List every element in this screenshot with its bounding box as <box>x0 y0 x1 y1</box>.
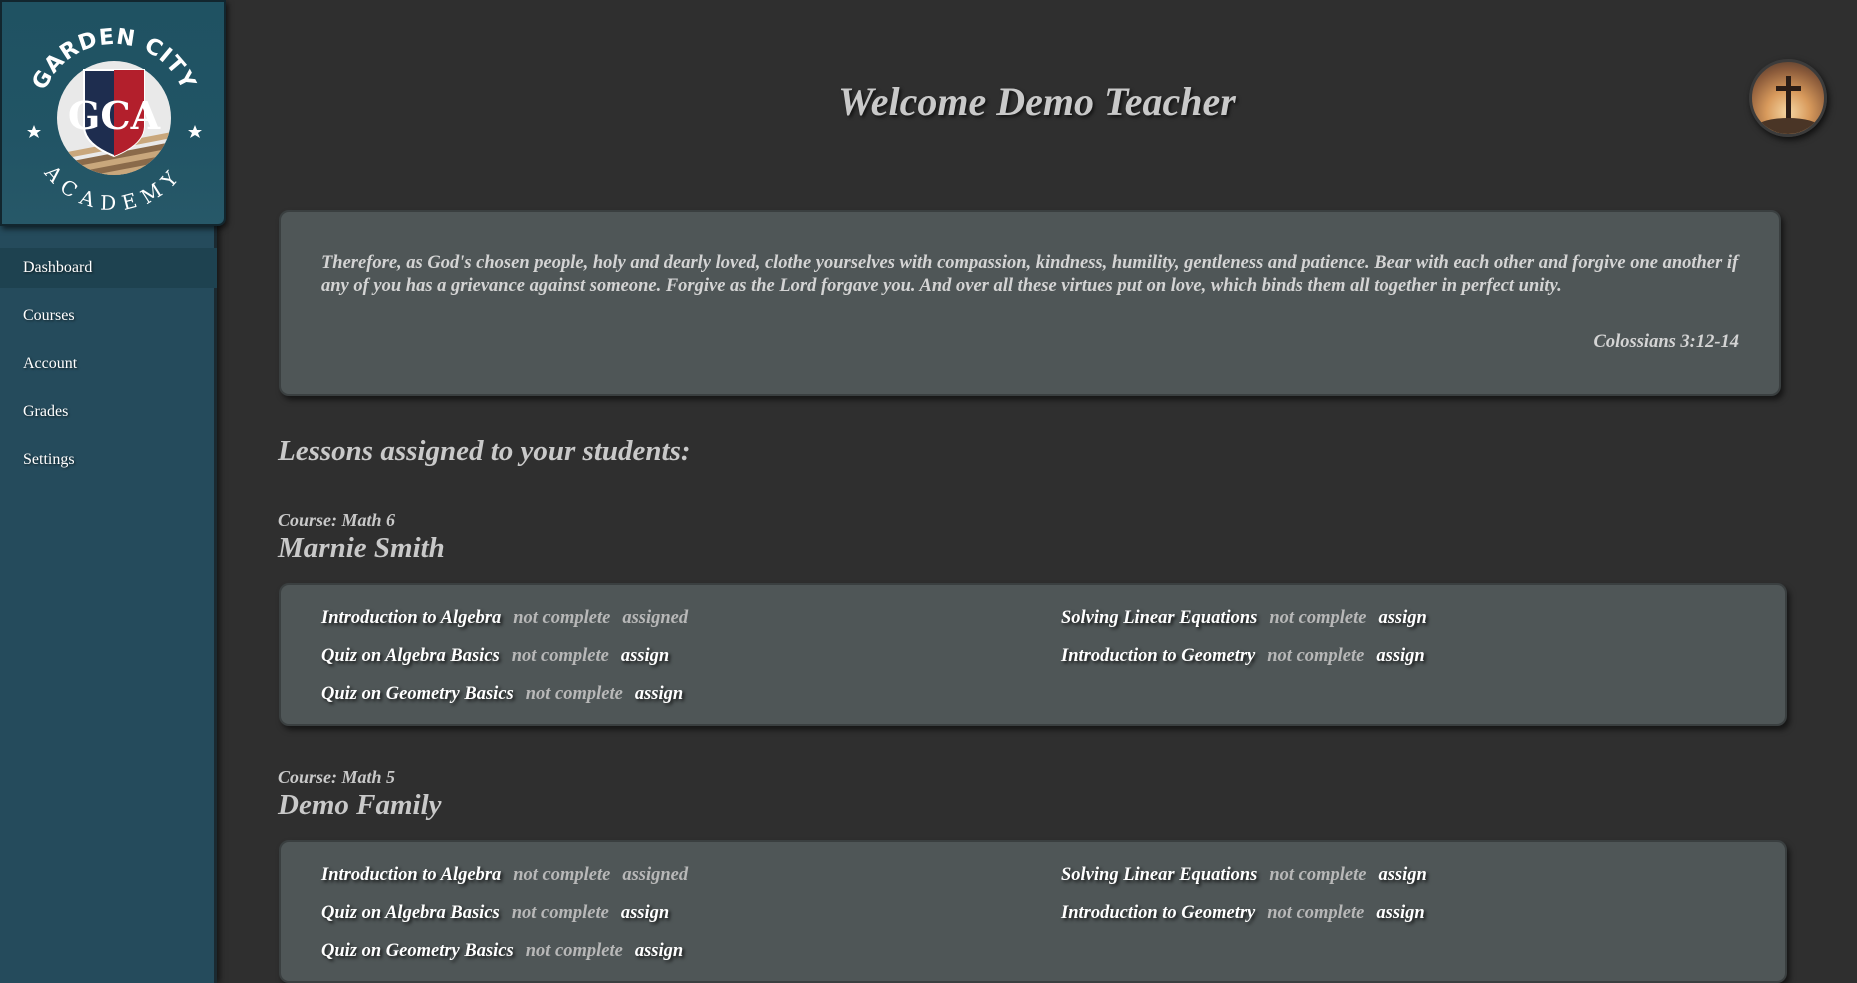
lesson-title: Quiz on Geometry Basics <box>321 941 514 961</box>
lesson-title: Introduction to Algebra <box>321 608 502 628</box>
student-name: Demo Family <box>278 789 442 821</box>
lesson-status: not complete <box>525 684 623 704</box>
lesson-item: Quiz on Algebra Basics not complete assign <box>321 646 669 670</box>
lesson-panel: Introduction to Algebra not complete assig… <box>279 840 1787 983</box>
assign-button[interactable]: assign <box>1376 903 1424 923</box>
lesson-item: Introduction to Geometry not complete assi… <box>1061 903 1425 927</box>
lesson-item: Quiz on Algebra Basics not complete assign <box>321 903 669 927</box>
verse-panel: Therefore, as God's chosen people, holy … <box>279 210 1781 396</box>
lesson-status: not complete <box>1269 608 1367 628</box>
assigned-label: assigned <box>622 865 689 885</box>
course-label: Course: Math 5 <box>278 767 396 787</box>
academy-crest-icon: GCA GARDEN CITY ACADEMY <box>27 25 202 215</box>
lesson-item: Introduction to Geometry not complete assi… <box>1061 646 1425 670</box>
lesson-title: Solving Linear Equations <box>1061 608 1258 628</box>
assign-button[interactable]: assign <box>1376 646 1424 666</box>
lesson-item: Solving Linear Equations not complete assi… <box>1061 865 1427 889</box>
assign-button[interactable]: assign <box>621 903 669 923</box>
page-title: Welcome Demo Teacher <box>838 79 1236 124</box>
lesson-item: Introduction to Algebra not complete assig… <box>321 865 688 889</box>
lesson-status: not complete <box>511 903 609 923</box>
sidebar-item-dashboard[interactable]: Dashboard <box>0 248 217 288</box>
lesson-item: Quiz on Geometry Basics not complete assig… <box>321 684 683 708</box>
star-icon <box>27 125 41 138</box>
lesson-panel: Introduction to Algebra not complete assig… <box>279 583 1787 726</box>
lesson-item: Introduction to Algebra not complete assig… <box>321 608 688 632</box>
sidebar-item-grades[interactable]: Grades <box>0 392 217 432</box>
lesson-item: Quiz on Geometry Basics not complete assig… <box>321 941 683 965</box>
star-icon <box>188 125 202 138</box>
assign-button[interactable]: assign <box>1378 608 1426 628</box>
assign-button[interactable]: assign <box>621 646 669 666</box>
lesson-status: not complete <box>511 646 609 666</box>
lesson-status: not complete <box>513 865 611 885</box>
lesson-title: Introduction to Algebra <box>321 865 502 885</box>
lesson-title: Quiz on Geometry Basics <box>321 684 514 704</box>
logo-monogram: GCA <box>68 93 161 138</box>
course-label: Course: Math 6 <box>278 510 396 530</box>
sidebar-item-settings[interactable]: Settings <box>0 440 217 480</box>
assign-button[interactable]: assign <box>635 941 683 961</box>
sidebar-item-courses[interactable]: Courses <box>0 296 217 336</box>
student-name: Marnie Smith <box>278 532 445 564</box>
lessons-heading: Lessons assigned to your students: <box>278 435 691 467</box>
school-logo[interactable]: GCA GARDEN CITY ACADEMY <box>0 0 226 226</box>
lesson-item: Solving Linear Equations not complete assi… <box>1061 608 1427 632</box>
assign-button[interactable]: assign <box>635 684 683 704</box>
verse-text: Therefore, as God's chosen people, holy … <box>321 253 1739 296</box>
lesson-title: Introduction to Geometry <box>1061 646 1256 666</box>
lesson-title: Quiz on Algebra Basics <box>321 903 500 923</box>
assigned-label: assigned <box>622 608 689 628</box>
cross-icon <box>1758 76 1818 134</box>
lesson-title: Introduction to Geometry <box>1061 903 1256 923</box>
lesson-status: not complete <box>1269 865 1367 885</box>
lesson-status: not complete <box>1267 903 1365 923</box>
lesson-title: Solving Linear Equations <box>1061 865 1258 885</box>
sidebar-item-account[interactable]: Account <box>0 344 217 384</box>
profile-avatar[interactable] <box>1749 59 1827 137</box>
assign-button[interactable]: assign <box>1378 865 1426 885</box>
lesson-status: not complete <box>1267 646 1365 666</box>
lesson-title: Quiz on Algebra Basics <box>321 646 500 666</box>
verse-reference: Colossians 3:12-14 <box>1593 332 1739 352</box>
lesson-status: not complete <box>513 608 611 628</box>
sidebar-nav: Dashboard Courses Account Grades Setting… <box>0 248 217 488</box>
lesson-status: not complete <box>525 941 623 961</box>
